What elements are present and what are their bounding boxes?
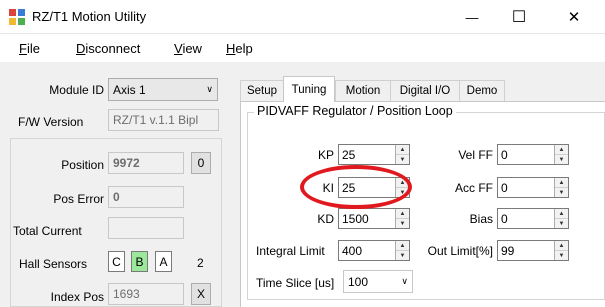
index-pos-label: Index Pos bbox=[50, 290, 104, 304]
integral-limit-label: Integral Limit bbox=[256, 244, 325, 258]
pidvaff-group-title: PIDVAFF Regulator / Position Loop bbox=[254, 104, 456, 118]
pidvaff-group bbox=[247, 112, 605, 300]
chevron-down-icon: ∨ bbox=[206, 84, 213, 94]
ki-label: KI bbox=[322, 181, 334, 195]
hall-state-number: 2 bbox=[197, 256, 204, 270]
hall-sensor-b: B bbox=[131, 251, 148, 272]
position-field: 9972 bbox=[108, 152, 184, 174]
kd-label: KD bbox=[317, 212, 334, 226]
position-reset-button[interactable]: 0 bbox=[191, 152, 211, 174]
tab-demo[interactable]: Demo bbox=[459, 80, 505, 101]
integral-limit-value[interactable]: 400 bbox=[339, 241, 395, 260]
window-title: RZ/T1 Motion Utility bbox=[32, 9, 147, 24]
position-label: Position bbox=[61, 158, 104, 172]
kp-label: KP bbox=[317, 148, 334, 162]
spin-up-icon[interactable]: ▲ bbox=[396, 209, 409, 218]
spin-down-icon[interactable]: ▼ bbox=[555, 187, 568, 197]
acc-ff-value[interactable]: 0 bbox=[498, 178, 554, 197]
time-slice-select[interactable]: 100 ∨ bbox=[343, 270, 413, 293]
spin-up-icon[interactable]: ▲ bbox=[396, 145, 409, 154]
kd-value[interactable]: 1500 bbox=[339, 209, 395, 228]
maximize-icon: ☐ bbox=[511, 9, 527, 26]
time-slice-value: 100 bbox=[348, 274, 369, 289]
bias-value[interactable]: 0 bbox=[498, 209, 554, 228]
vel-ff-spinner[interactable]: 0 ▲ ▼ bbox=[497, 144, 569, 165]
menu-disconnect[interactable]: Disconnect bbox=[76, 41, 140, 56]
index-pos-clear-button[interactable]: X bbox=[191, 283, 211, 305]
maximize-button[interactable]: ☐ bbox=[496, 0, 542, 34]
module-id-value: Axis 1 bbox=[113, 82, 146, 97]
menu-file[interactable]: File bbox=[19, 41, 40, 56]
ki-value[interactable]: 25 bbox=[339, 178, 395, 197]
fw-version-field: RZ/T1 v.1.1 Bipl bbox=[108, 109, 219, 131]
hall-sensor-c: C bbox=[108, 251, 125, 272]
close-button[interactable]: ✕ bbox=[551, 0, 597, 34]
spin-up-icon[interactable]: ▲ bbox=[555, 209, 568, 218]
total-current-label: Total Current bbox=[13, 224, 82, 238]
tab-motion[interactable]: Motion bbox=[335, 80, 391, 101]
acc-ff-label: Acc FF bbox=[455, 181, 493, 195]
total-current-field bbox=[108, 217, 184, 239]
hall-sensor-a: A bbox=[155, 251, 172, 272]
app-icon bbox=[9, 9, 25, 25]
spin-down-icon[interactable]: ▼ bbox=[555, 250, 568, 260]
module-id-label: Module ID bbox=[49, 83, 104, 97]
spin-up-icon[interactable]: ▲ bbox=[396, 178, 409, 187]
chevron-down-icon: ∨ bbox=[401, 276, 408, 286]
bias-spinner[interactable]: 0 ▲ ▼ bbox=[497, 208, 569, 229]
spin-down-icon[interactable]: ▼ bbox=[396, 218, 409, 228]
out-limit-label: Out Limit[%] bbox=[427, 244, 493, 258]
spin-down-icon[interactable]: ▼ bbox=[396, 154, 409, 164]
tab-digital-io[interactable]: Digital I/O bbox=[390, 80, 460, 101]
spin-up-icon[interactable]: ▲ bbox=[555, 178, 568, 187]
fw-version-label: F/W Version bbox=[18, 115, 84, 129]
vel-ff-label: Vel FF bbox=[458, 148, 493, 162]
out-limit-spinner[interactable]: 99 ▲ ▼ bbox=[497, 240, 569, 261]
close-icon: ✕ bbox=[567, 9, 581, 26]
spin-up-icon[interactable]: ▲ bbox=[396, 241, 409, 250]
kd-spinner[interactable]: 1500 ▲ ▼ bbox=[338, 208, 410, 229]
pos-error-label: Pos Error bbox=[53, 192, 104, 206]
kp-value[interactable]: 25 bbox=[339, 145, 395, 164]
acc-ff-spinner[interactable]: 0 ▲ ▼ bbox=[497, 177, 569, 198]
tab-tuning[interactable]: Tuning bbox=[283, 76, 335, 102]
spin-down-icon[interactable]: ▼ bbox=[396, 187, 409, 197]
module-id-select[interactable]: Axis 1 ∨ bbox=[108, 78, 218, 101]
spin-up-icon[interactable]: ▲ bbox=[555, 145, 568, 154]
out-limit-value[interactable]: 99 bbox=[498, 241, 554, 260]
vel-ff-value[interactable]: 0 bbox=[498, 145, 554, 164]
integral-limit-spinner[interactable]: 400 ▲ ▼ bbox=[338, 240, 410, 261]
menu-help[interactable]: Help bbox=[226, 41, 253, 56]
hall-sensors-label: Hall Sensors bbox=[19, 257, 88, 271]
bias-label: Bias bbox=[469, 212, 493, 226]
time-slice-label: Time Slice [us] bbox=[256, 276, 335, 290]
spin-down-icon[interactable]: ▼ bbox=[555, 218, 568, 228]
tab-setup[interactable]: Setup bbox=[240, 80, 284, 101]
ki-spinner[interactable]: 25 ▲ ▼ bbox=[338, 177, 410, 198]
menu-view[interactable]: View bbox=[174, 41, 202, 56]
pos-error-field: 0 bbox=[108, 186, 184, 208]
index-pos-field: 1693 bbox=[108, 283, 184, 305]
kp-spinner[interactable]: 25 ▲ ▼ bbox=[338, 144, 410, 165]
minimize-icon: — bbox=[465, 9, 479, 25]
minimize-button[interactable]: — bbox=[449, 0, 495, 34]
spin-up-icon[interactable]: ▲ bbox=[555, 241, 568, 250]
spin-down-icon[interactable]: ▼ bbox=[396, 250, 409, 260]
spin-down-icon[interactable]: ▼ bbox=[555, 154, 568, 164]
